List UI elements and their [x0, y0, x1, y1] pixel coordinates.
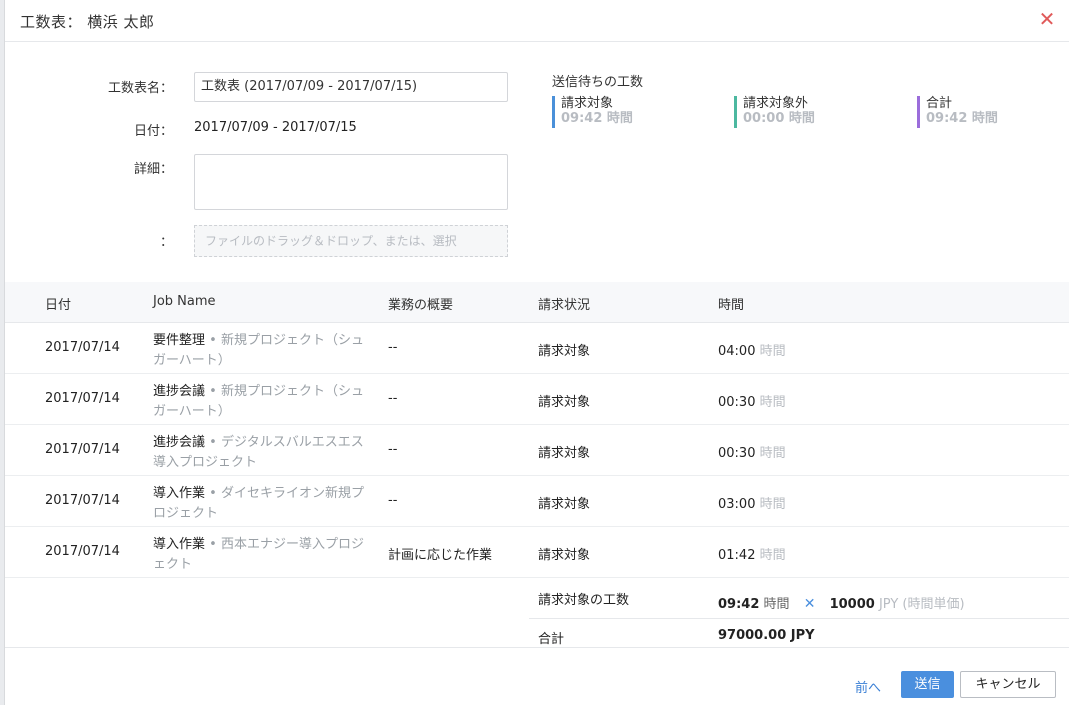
- time-value: 00:30: [718, 446, 756, 461]
- column-header-billing-status: 請求状況: [538, 298, 591, 313]
- detail-textarea[interactable]: [194, 154, 508, 210]
- entries-table-header: 日付 Job Name 業務の概要 請求状況 時間: [5, 282, 1069, 323]
- date-range-value: 2017/07/09 - 2017/07/15: [194, 120, 357, 135]
- row-billing-status: 請求対象: [538, 344, 591, 359]
- time-unit: 時間: [759, 446, 786, 461]
- column-header-job-name: Job Name: [153, 294, 216, 309]
- previous-button[interactable]: 前へ: [855, 677, 881, 696]
- dialog-footer: 前へ 送信 キャンセル: [5, 647, 1069, 705]
- job-name: 要件整理: [153, 333, 206, 348]
- table-row: 2017/07/14 進捗会議 • 新規プロジェクト（シュガーハート） -- 請…: [5, 374, 1069, 425]
- row-date: 2017/07/14: [45, 340, 120, 355]
- row-billing-status: 請求対象: [538, 395, 591, 410]
- row-summary: --: [388, 391, 398, 406]
- row-summary: --: [388, 493, 398, 508]
- row-job-name: 要件整理 • 新規プロジェクト（シュガーハート）: [153, 331, 375, 371]
- billable-hours-calculation: 09:42 時間 ✕ 10000 JPY (時間単価): [718, 593, 965, 612]
- job-name: 進捗会議: [153, 384, 206, 399]
- time-value: 03:00: [718, 497, 756, 512]
- grand-total-value: 97000.00 JPY: [718, 628, 815, 643]
- time-value: 04:00: [718, 344, 756, 359]
- non-billable-stat-value: 00:00 時間: [743, 111, 815, 126]
- timesheet-name-input[interactable]: 工数表 (2017/07/09 - 2017/07/15): [194, 72, 508, 102]
- cancel-button[interactable]: キャンセル: [960, 671, 1056, 698]
- row-time: 00:30 時間: [718, 391, 786, 410]
- submit-button[interactable]: 送信: [901, 671, 954, 698]
- totals-divider: [529, 618, 1069, 619]
- detail-label: 詳細：: [133, 162, 173, 177]
- row-summary: 計画に応じた作業: [388, 548, 493, 563]
- hourly-rate-value: 10000: [829, 597, 875, 612]
- row-summary: --: [388, 442, 398, 457]
- row-date: 2017/07/14: [45, 544, 120, 559]
- row-billing-status: 請求対象: [538, 497, 591, 512]
- billable-stat-value: 09:42 時間: [561, 111, 633, 126]
- billable-stat-label: 請求対象: [561, 96, 614, 111]
- time-value: 01:42: [718, 548, 756, 563]
- time-unit: 時間: [759, 395, 786, 410]
- job-name: 導入作業: [153, 537, 206, 552]
- row-date: 2017/07/14: [45, 493, 120, 508]
- table-row: 2017/07/14 導入作業 • ダイセキライオン新規プロジェクト -- 請求…: [5, 476, 1069, 527]
- timesheet-dialog: 工数表： 横浜 太郎 ✕ 工数表名： 工数表 (2017/07/09 - 201…: [4, 0, 1069, 705]
- row-billing-status: 請求対象: [538, 446, 591, 461]
- timesheet-name-label: 工数表名：: [107, 81, 173, 96]
- row-job-name: 導入作業 • ダイセキライオン新規プロジェクト: [153, 484, 375, 524]
- total-stat-label: 合計: [926, 96, 953, 111]
- pending-hours-title: 送信待ちの工数: [552, 75, 644, 90]
- column-header-summary: 業務の概要: [388, 298, 454, 313]
- row-job-name: 導入作業 • 西本エナジー導入プロジェクト: [153, 535, 375, 575]
- billable-hours-unit: 時間: [763, 597, 790, 612]
- time-unit: 時間: [759, 344, 786, 359]
- time-unit: 時間: [759, 497, 786, 512]
- table-row: 2017/07/14 進捗会議 • デジタルスバルエスエス導入プロジェクト --…: [5, 425, 1069, 476]
- times-icon: ✕: [803, 596, 816, 612]
- dialog-header: 工数表： 横浜 太郎 ✕: [5, 0, 1069, 42]
- row-job-name: 進捗会議 • デジタルスバルエスエス導入プロジェクト: [153, 433, 375, 473]
- hourly-rate-note: (時間単価): [902, 597, 965, 612]
- non-billable-stat: 請求対象外 00:00 時間: [734, 96, 815, 128]
- column-header-date: 日付: [45, 298, 72, 313]
- row-summary: --: [388, 340, 398, 355]
- total-stat: 合計 09:42 時間: [917, 96, 998, 128]
- job-name: 導入作業: [153, 486, 206, 501]
- column-header-time: 時間: [718, 298, 745, 313]
- row-time: 00:30 時間: [718, 442, 786, 461]
- attachment-label: ：: [159, 235, 173, 250]
- close-icon[interactable]: ✕: [1037, 9, 1057, 29]
- non-billable-stat-label: 請求対象外: [743, 96, 809, 111]
- row-date: 2017/07/14: [45, 391, 120, 406]
- file-dropzone[interactable]: ファイルのドラッグ＆ドロップ、または、選択: [194, 225, 508, 257]
- total-stat-value: 09:42 時間: [926, 111, 998, 126]
- table-row: 2017/07/14 導入作業 • 西本エナジー導入プロジェクト 計画に応じた作…: [5, 527, 1069, 578]
- row-time: 04:00 時間: [718, 340, 786, 359]
- hourly-rate-currency: JPY: [878, 597, 899, 612]
- job-name: 進捗会議: [153, 435, 206, 450]
- time-unit: 時間: [759, 548, 786, 563]
- row-time: 01:42 時間: [718, 544, 786, 563]
- billable-hours-label: 請求対象の工数: [538, 593, 630, 608]
- billable-hours-value: 09:42: [718, 597, 760, 612]
- date-label: 日付：: [133, 124, 173, 139]
- row-time: 03:00 時間: [718, 493, 786, 512]
- billable-stat: 請求対象 09:42 時間: [552, 96, 633, 128]
- row-billing-status: 請求対象: [538, 548, 591, 563]
- table-row: 2017/07/14 要件整理 • 新規プロジェクト（シュガーハート） -- 請…: [5, 323, 1069, 374]
- grand-total-label: 合計: [538, 632, 565, 647]
- row-job-name: 進捗会議 • 新規プロジェクト（シュガーハート）: [153, 382, 375, 422]
- dialog-title: 工数表： 横浜 太郎: [20, 13, 155, 31]
- time-value: 00:30: [718, 395, 756, 410]
- row-date: 2017/07/14: [45, 442, 120, 457]
